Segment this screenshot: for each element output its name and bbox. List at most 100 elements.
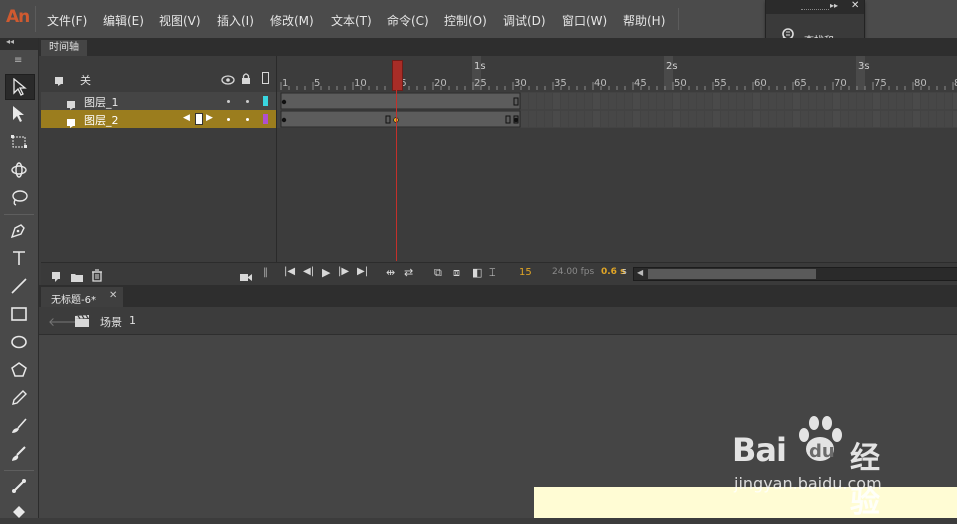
ruler-ticks: 1s2s3s1510152025303540455055606570758085 xyxy=(277,56,957,90)
eye-icon[interactable] xyxy=(221,71,235,90)
menu-text[interactable]: 文本(T) xyxy=(331,12,372,29)
close-panel-icon[interactable]: ✕ xyxy=(851,0,859,11)
collapse-tools-icon[interactable]: ◂◂ xyxy=(6,37,14,46)
lasso-tool[interactable] xyxy=(5,186,33,210)
go-to-last-frame-icon[interactable]: ▶| xyxy=(357,266,368,277)
play-icon[interactable]: ▶ xyxy=(322,266,330,279)
outline-color-swatch[interactable] xyxy=(263,114,268,124)
edit-multiple-frames-icon[interactable]: ◧ xyxy=(472,266,482,279)
layer-row-selected[interactable]: 图层_2 ◀ ▶ xyxy=(41,110,276,128)
ruler-frame-label: 1 xyxy=(282,78,288,89)
frame-rows[interactable] xyxy=(277,92,957,128)
3d-rotation-tool[interactable] xyxy=(5,158,33,182)
oval-tool[interactable] xyxy=(5,330,33,354)
layer-folder-icon[interactable] xyxy=(54,72,68,91)
menu-view[interactable]: 视图(V) xyxy=(159,12,201,29)
scrollbar-thumb[interactable] xyxy=(648,269,816,279)
empty-frame-cell xyxy=(809,93,816,109)
outline-color-swatch[interactable] xyxy=(263,96,268,106)
text-tool[interactable] xyxy=(5,246,33,270)
scroll-left-icon[interactable]: ◀ xyxy=(637,268,643,277)
brush-tool[interactable] xyxy=(5,442,33,466)
lock-dot[interactable] xyxy=(246,100,249,103)
tab-timeline[interactable]: 时间轴 xyxy=(41,40,87,56)
menu-debug[interactable]: 调试(D) xyxy=(503,12,546,29)
empty-frame-cell xyxy=(785,93,792,109)
empty-frame-cell xyxy=(521,93,528,109)
playhead-line[interactable] xyxy=(396,90,397,261)
layers-frames-divider[interactable] xyxy=(276,56,277,284)
tool-divider xyxy=(4,470,34,471)
paint-brush-tool[interactable] xyxy=(5,414,33,438)
ruler-frame-label: 10 xyxy=(354,78,367,89)
find-panel-titlebar: ▸▸ ✕ xyxy=(766,0,864,14)
visibility-dot[interactable] xyxy=(227,118,230,121)
step-back-icon[interactable]: ◀| xyxy=(303,266,314,277)
line-tool[interactable] xyxy=(5,274,33,298)
panel-grip-icon[interactable]: ‖ xyxy=(263,267,268,278)
pencil-tool[interactable] xyxy=(5,386,33,410)
playhead-handle[interactable] xyxy=(392,60,403,91)
lock-dot[interactable] xyxy=(246,118,249,121)
lock-icon[interactable] xyxy=(240,70,252,89)
onion-markers-icon[interactable]: ⌶ xyxy=(489,266,496,280)
ruler-frame-label: 25 xyxy=(474,78,487,89)
pen-tool[interactable] xyxy=(5,218,33,242)
document-title[interactable]: 无标题-6* xyxy=(51,291,96,306)
tab-document[interactable]: 无标题-6* ✕ xyxy=(41,287,123,307)
bone-tool[interactable] xyxy=(5,474,33,498)
layer-row[interactable]: 图层_1 xyxy=(41,92,276,110)
rectangle-tool[interactable] xyxy=(5,302,33,326)
menu-window[interactable]: 窗口(W) xyxy=(562,12,607,29)
menu-help[interactable]: 帮助(H) xyxy=(623,12,665,29)
menu-control[interactable]: 控制(O) xyxy=(444,12,487,29)
outline-icon[interactable] xyxy=(262,72,269,84)
menu-file[interactable]: 文件(F) xyxy=(47,12,87,29)
empty-frame-cell xyxy=(561,111,568,127)
empty-frame-cell xyxy=(937,93,944,109)
menu-commands[interactable]: 命令(C) xyxy=(387,12,429,29)
onion-skin-outline-icon[interactable]: ⧈ xyxy=(453,266,460,280)
empty-frame-cell xyxy=(817,93,824,109)
empty-frame-cell xyxy=(673,111,680,127)
frame-ruler[interactable]: 1s2s3s1510152025303540455055606570758085 xyxy=(277,56,957,90)
loop-icon[interactable]: ⇄ xyxy=(404,266,413,279)
paint-bucket-tool[interactable] xyxy=(5,500,33,524)
empty-frame-cell xyxy=(833,93,840,109)
layer-name[interactable]: 图层_2 xyxy=(84,112,119,128)
oval-icon xyxy=(11,335,27,349)
visibility-dot[interactable] xyxy=(227,100,230,103)
subselection-tool[interactable] xyxy=(5,102,33,126)
collapse-panel-icon[interactable]: ▸▸ xyxy=(830,1,838,10)
timeline-scrollbar[interactable]: ◀ xyxy=(633,267,957,281)
tools-menu-icon[interactable]: ≡ xyxy=(14,55,22,66)
empty-frame-cell xyxy=(745,111,752,127)
go-to-first-frame-icon[interactable]: |◀ xyxy=(284,266,295,277)
empty-frame-cell xyxy=(745,93,752,109)
menu-insert[interactable]: 插入(I) xyxy=(217,12,254,29)
prev-keyframe-icon[interactable]: ◀ xyxy=(183,113,190,123)
close-tab-icon[interactable]: ✕ xyxy=(109,290,117,301)
drag-handle[interactable] xyxy=(801,9,829,11)
free-transform-tool[interactable] xyxy=(5,130,33,154)
pen-icon xyxy=(10,224,25,239)
selection-tool[interactable] xyxy=(5,74,35,100)
layer-header: 关 xyxy=(41,68,276,90)
scene-number[interactable]: 1 xyxy=(129,314,136,327)
menu-modify[interactable]: 修改(M) xyxy=(270,12,314,29)
center-frame-icon[interactable]: ⇹ xyxy=(386,266,395,279)
onion-skin-icon[interactable]: ⧉ xyxy=(434,266,442,280)
menu-edit[interactable]: 编辑(E) xyxy=(103,12,144,29)
empty-frame-cell xyxy=(785,111,792,127)
next-keyframe-icon[interactable]: ▶ xyxy=(206,113,213,123)
step-forward-icon[interactable]: |▶ xyxy=(338,266,349,277)
scene-label[interactable]: 场景 xyxy=(100,314,122,330)
empty-frame-cell xyxy=(681,111,688,127)
delete-layer-icon[interactable] xyxy=(91,267,103,286)
layer-name[interactable]: 图层_1 xyxy=(84,94,119,110)
add-keyframe-icon[interactable] xyxy=(195,113,203,125)
current-frame-value[interactable]: 15 xyxy=(519,267,532,278)
frame-rate-value[interactable]: 24.00 fps xyxy=(552,267,594,277)
empty-frame-cell xyxy=(689,93,696,109)
polystar-tool[interactable] xyxy=(5,358,33,382)
